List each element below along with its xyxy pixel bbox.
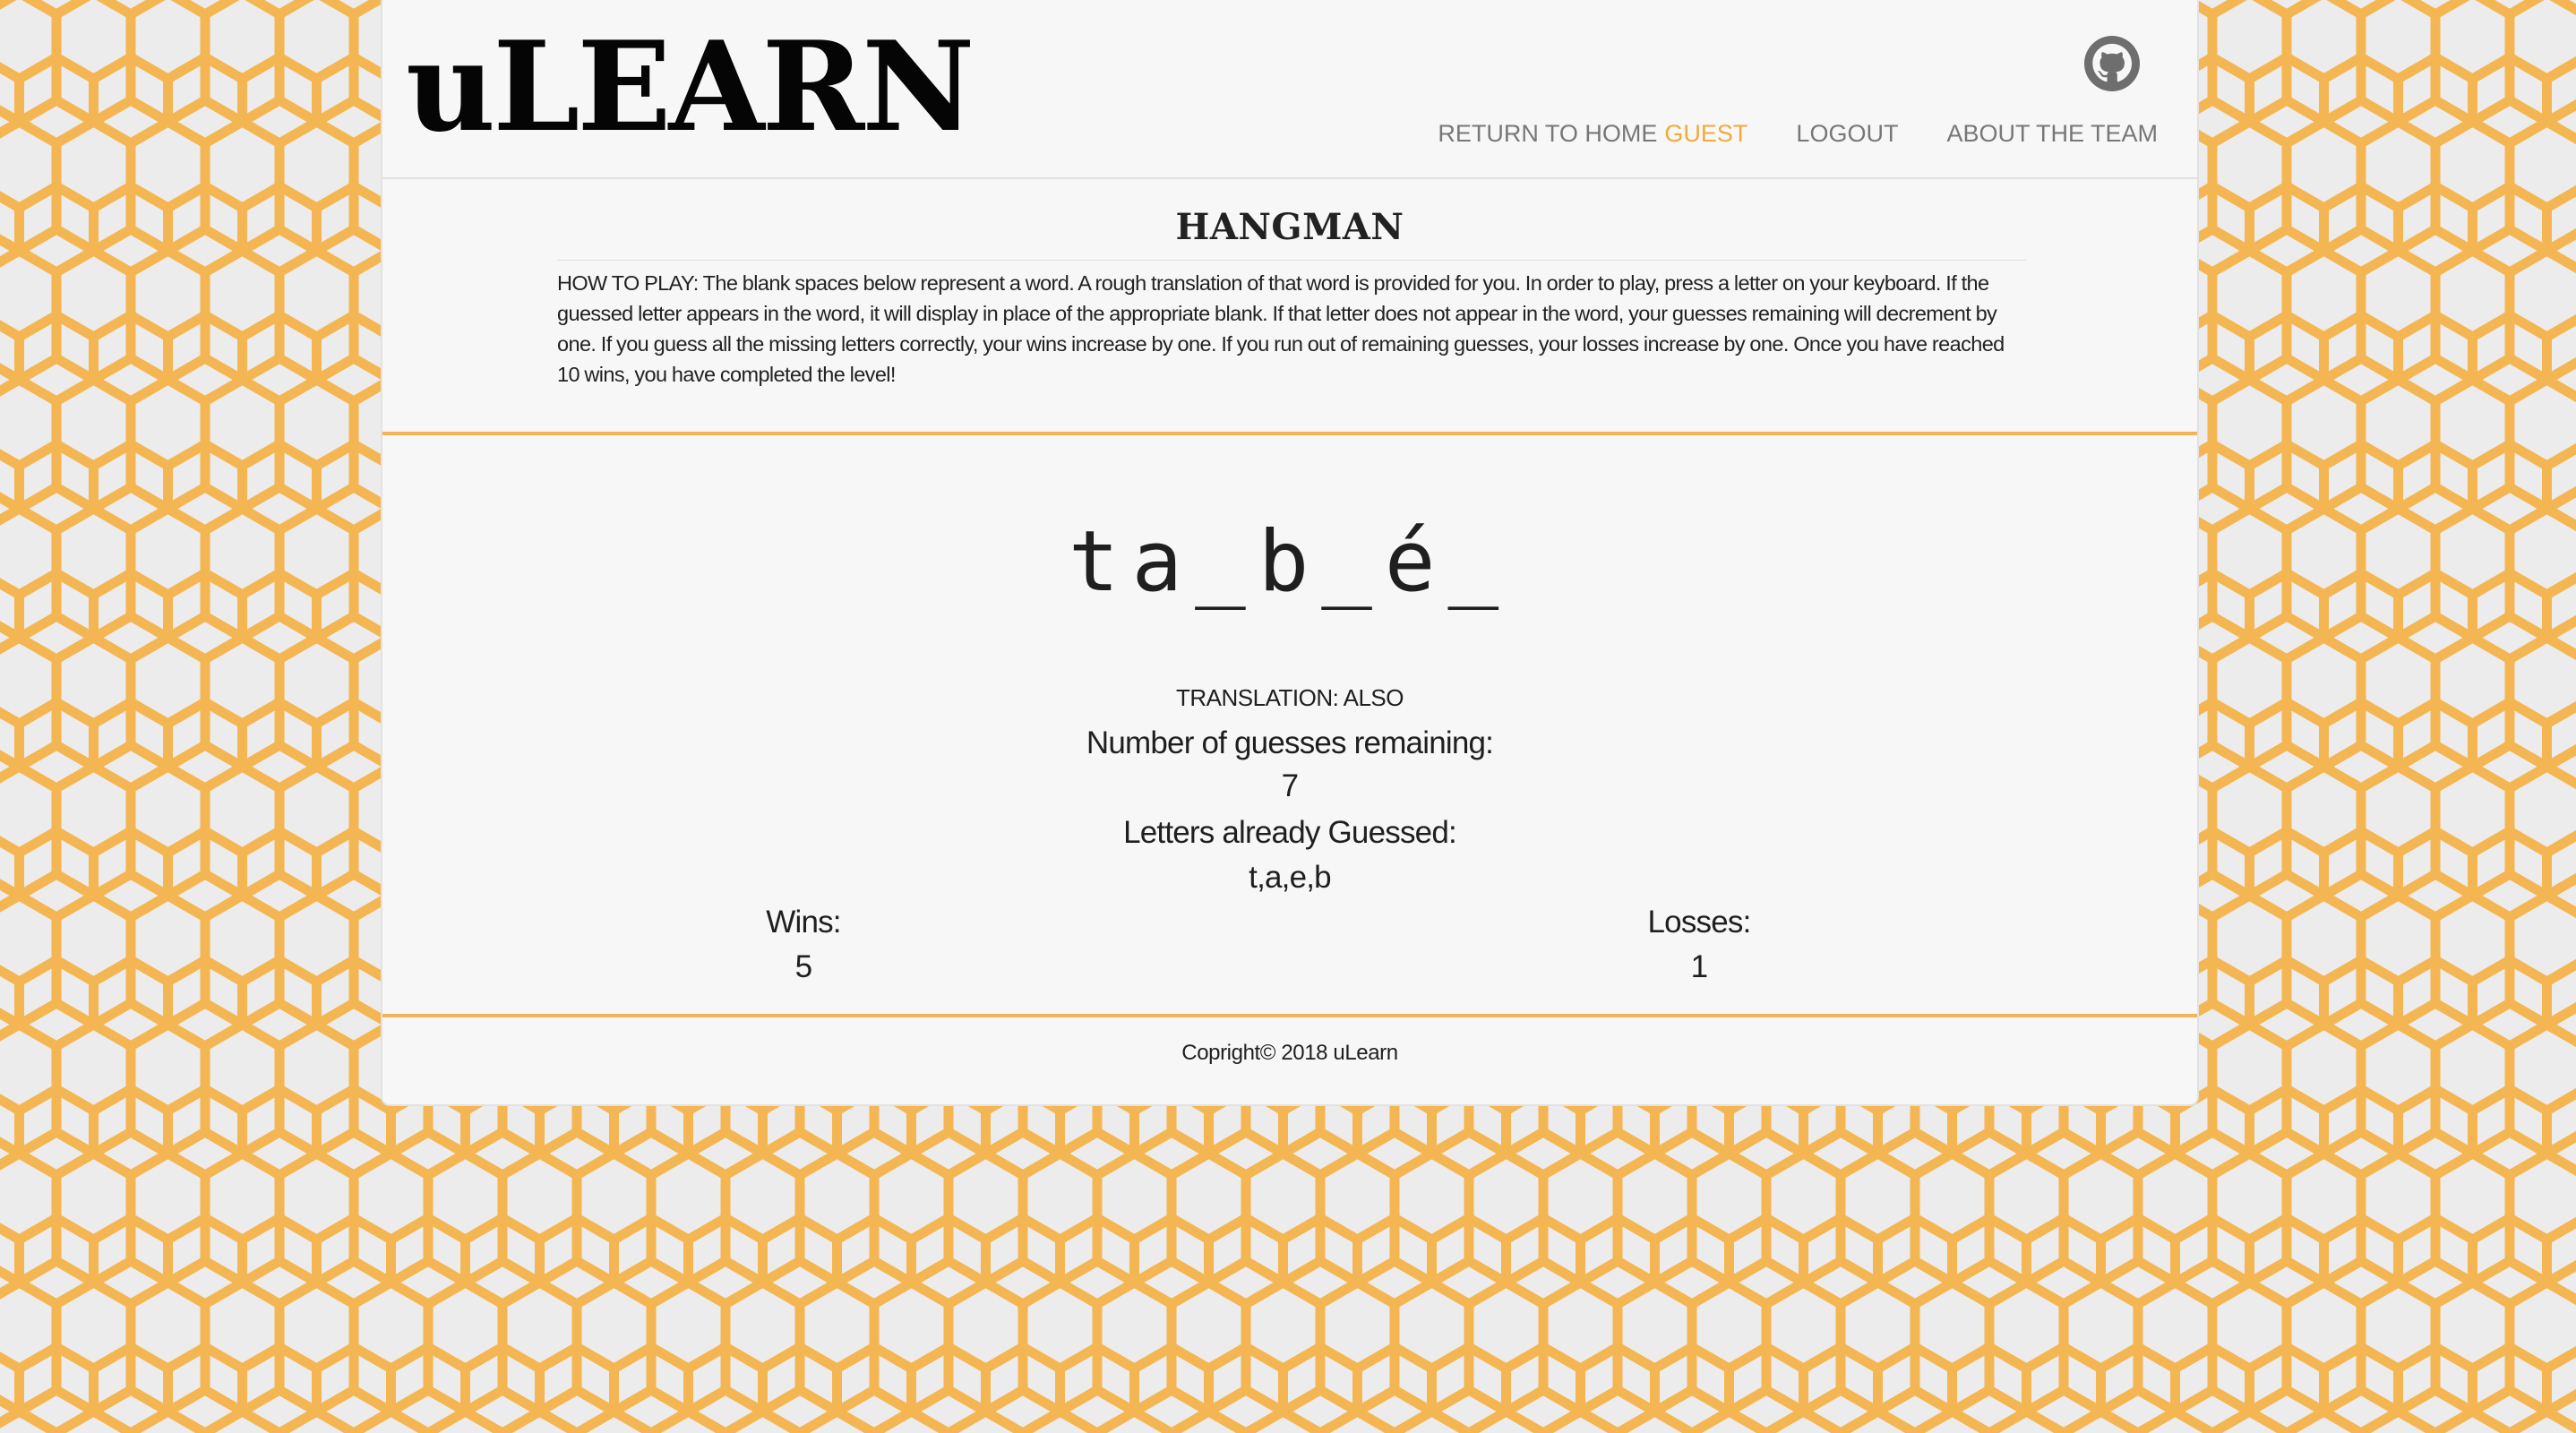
return-home-link[interactable]: RETURN TO HOME GUEST — [1438, 120, 1747, 148]
losses-label: Losses: — [1647, 905, 1751, 940]
about-team-link[interactable]: ABOUT THE TEAM — [1946, 120, 2158, 148]
return-home-label: RETURN TO HOME — [1438, 120, 1658, 147]
page-title: HANGMAN — [1175, 206, 1404, 248]
nav-links: RETURN TO HOME GUEST LOGOUT ABOUT THE TEA… — [1438, 120, 2158, 148]
navbar: uLEARN RETURN TO HOME GUEST LOGOUT ABOUT … — [382, 0, 2197, 179]
logout-link[interactable]: LOGOUT — [1796, 120, 1898, 148]
wins-label: Wins: — [766, 905, 841, 940]
main-card: uLEARN RETURN TO HOME GUEST LOGOUT ABOUT … — [381, 0, 2199, 1106]
wins-value: 5 — [794, 949, 812, 984]
guesses-remaining-label: Number of guesses remaining: — [1086, 725, 1494, 760]
letters-guessed-value: t,a,e,b — [1249, 860, 1332, 895]
translation-text: TRANSLATION: ALSO — [1176, 684, 1404, 711]
game-section: ta_b_é_ TRANSLATION: ALSO Number of gues… — [382, 435, 2197, 1017]
github-icon[interactable] — [2084, 36, 2140, 91]
guesses-remaining-value: 7 — [1281, 768, 1299, 803]
footer-copyright: Copright© 2018 uLearn — [1181, 1041, 1398, 1065]
username-label: GUEST — [1664, 120, 1748, 147]
brand-logo[interactable]: uLEARN — [406, 25, 975, 149]
losses-value: 1 — [1690, 949, 1708, 984]
intro-section: HANGMAN HOW TO PLAY: The blank spaces be… — [382, 179, 2197, 435]
letters-guessed-label: Letters already Guessed: — [1123, 815, 1457, 850]
word-display: ta_b_é_ — [1068, 513, 1512, 611]
how-to-play-text: HOW TO PLAY: The blank spaces below repr… — [557, 260, 2026, 390]
